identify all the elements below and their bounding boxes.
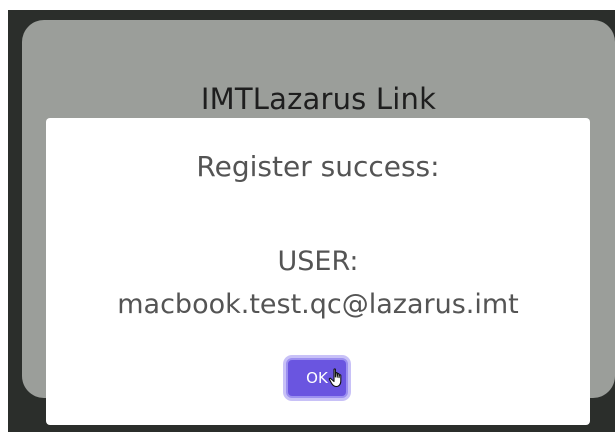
user-email: macbook.test.qc@lazarus.imt <box>117 289 519 320</box>
app-title: IMTLazarus Link <box>200 82 437 116</box>
dialog-message: Register success: <box>196 150 440 183</box>
register-success-dialog: Register success: USER: macbook.test.qc@… <box>46 118 590 425</box>
user-label: USER: <box>277 246 359 277</box>
hand-pointer-icon <box>328 368 342 388</box>
